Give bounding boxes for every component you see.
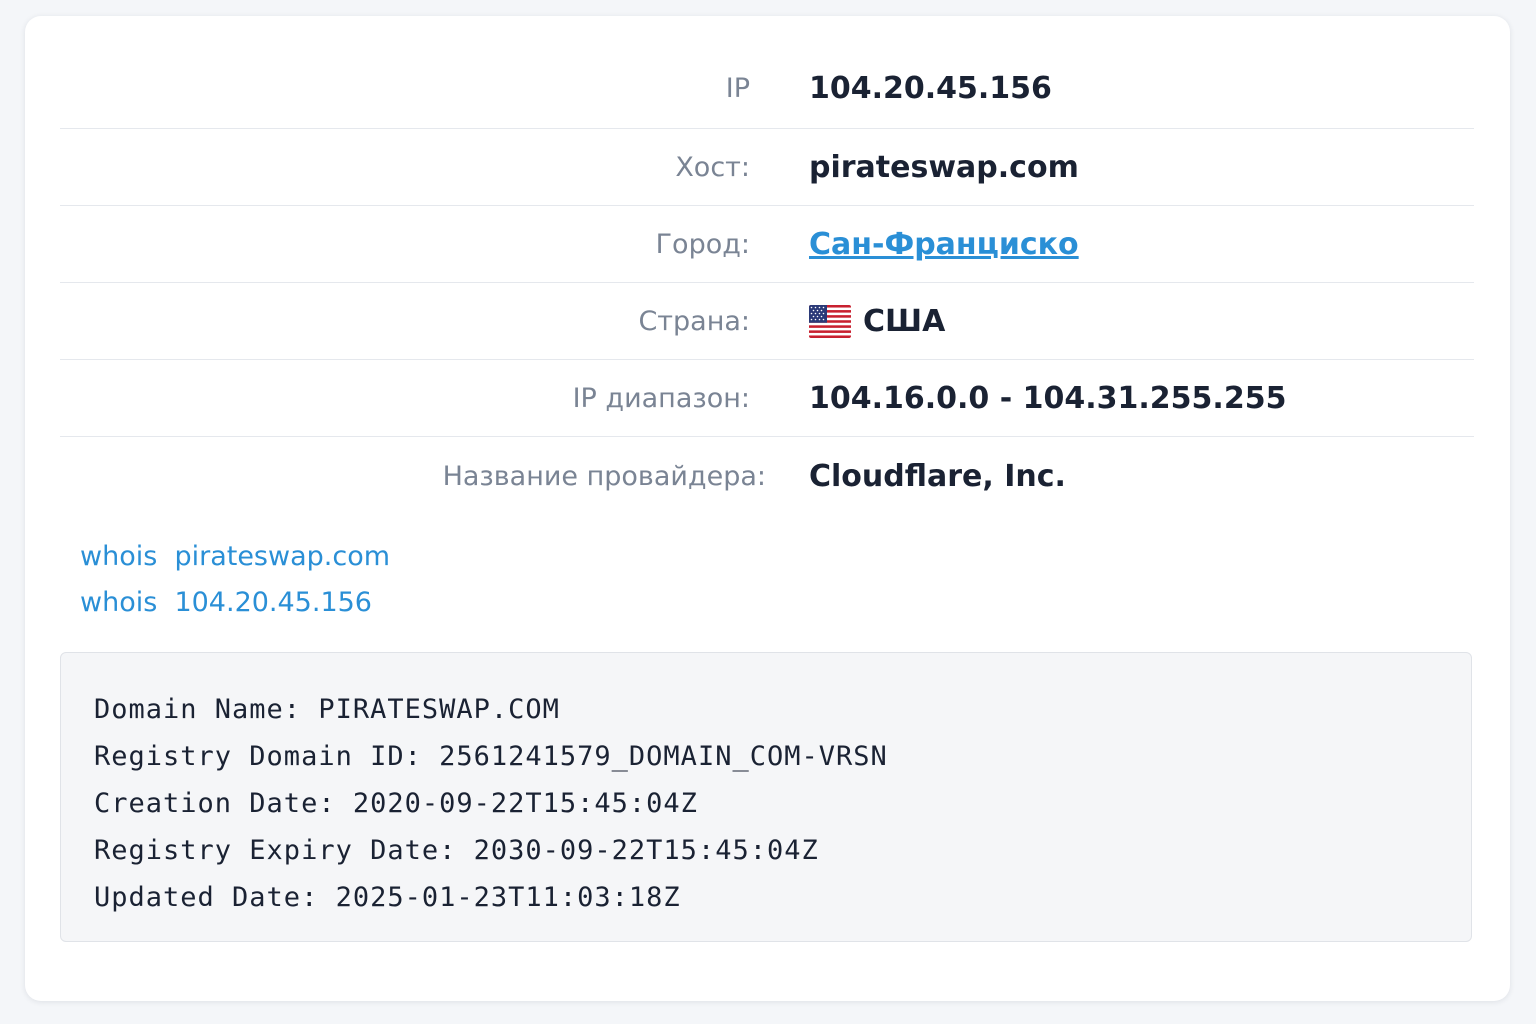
- ip-range-label: IP диапазон:: [572, 382, 750, 414]
- ip-info-card: IP 104.20.45.156 Хост: pirateswap.com Го…: [25, 16, 1510, 1001]
- row-city: Город: Сан-Франциско: [60, 206, 1474, 283]
- ip-range-value: 104.16.0.0 - 104.31.255.255: [809, 380, 1287, 416]
- host-label: Хост:: [675, 151, 750, 183]
- country-label: Страна:: [638, 305, 750, 337]
- row-host: Хост: pirateswap.com: [60, 129, 1474, 206]
- ip-value: 104.20.45.156: [809, 70, 1052, 106]
- row-provider: Название провайдера: Cloudflare, Inc.: [60, 437, 1474, 515]
- whois-line-domain-name: Domain Name: PIRATESWAP.COM: [94, 694, 560, 725]
- country-name: США: [863, 303, 946, 339]
- whois-ip-link[interactable]: whois 104.20.45.156: [80, 580, 390, 626]
- whois-line-registry-id: Registry Domain ID: 2561241579_DOMAIN_CO…: [94, 741, 888, 772]
- row-country: Страна: США: [60, 283, 1474, 360]
- ip-label: IP: [725, 72, 750, 104]
- city-link[interactable]: Сан-Франциско: [809, 227, 1079, 262]
- city-label: Город:: [655, 228, 750, 260]
- whois-links: whois pirateswap.com whois 104.20.45.156: [80, 534, 390, 626]
- whois-line-expiry-date: Registry Expiry Date: 2030-09-22T15:45:0…: [94, 835, 819, 866]
- provider-value: Cloudflare, Inc.: [809, 458, 1066, 494]
- row-ip: IP 104.20.45.156: [60, 48, 1474, 129]
- host-value: pirateswap.com: [809, 149, 1079, 185]
- country-value: США: [809, 304, 945, 339]
- whois-domain-link[interactable]: whois pirateswap.com: [80, 534, 390, 580]
- whois-line-updated-date: Updated Date: 2025-01-23T11:03:18Z: [94, 882, 681, 913]
- whois-record-box: Domain Name: PIRATESWAP.COM Registry Dom…: [60, 652, 1472, 942]
- us-flag-icon: [809, 304, 851, 338]
- ip-info-table: IP 104.20.45.156 Хост: pirateswap.com Го…: [60, 48, 1474, 515]
- row-ip-range: IP диапазон: 104.16.0.0 - 104.31.255.255: [60, 360, 1474, 437]
- provider-label: Название провайдера:: [442, 460, 766, 492]
- whois-line-creation-date: Creation Date: 2020-09-22T15:45:04Z: [94, 788, 698, 819]
